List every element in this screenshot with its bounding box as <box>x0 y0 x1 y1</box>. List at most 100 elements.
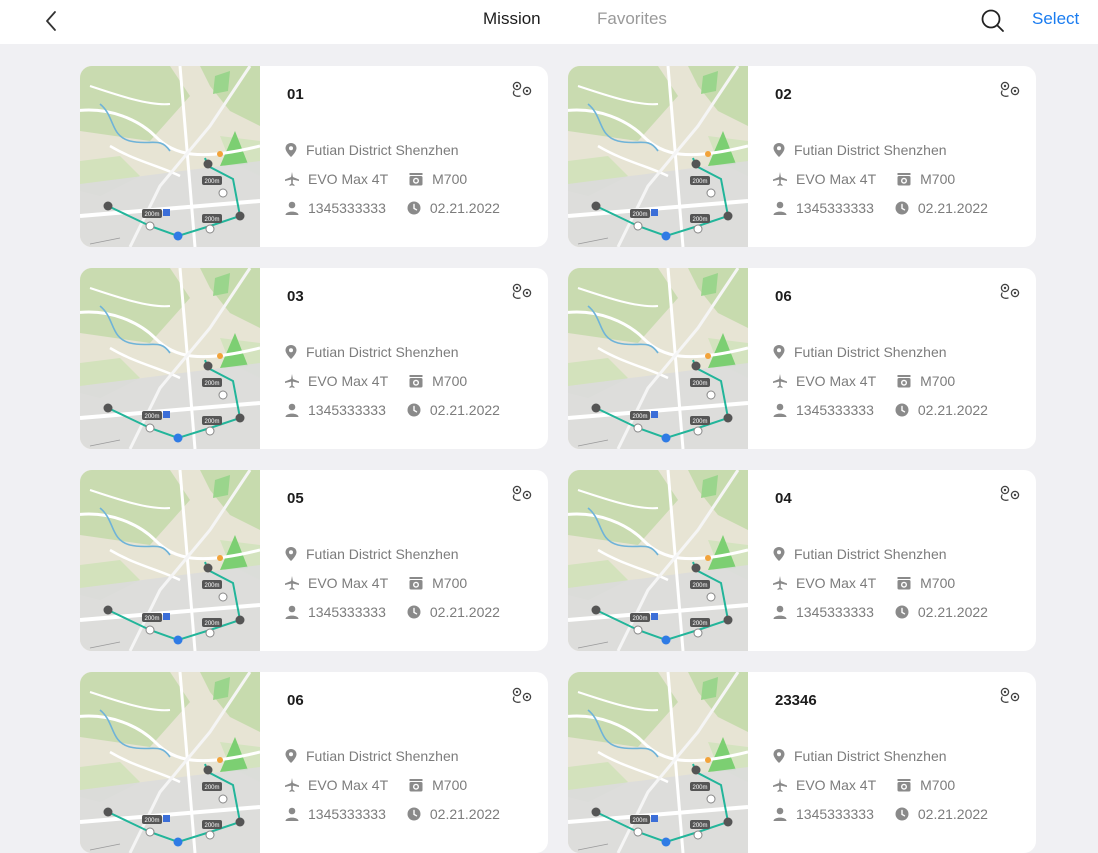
clock-icon <box>407 403 421 417</box>
route-map-icon[interactable] <box>510 282 534 304</box>
mission-meta-row: 1345333333 02.21.2022 <box>772 806 988 822</box>
mission-camera: M700 <box>432 575 468 591</box>
mission-date: 02.21.2022 <box>429 200 500 216</box>
mission-map-thumbnail: 200m 200m 200m <box>568 672 750 853</box>
aircraft-icon <box>773 172 787 186</box>
route-map-icon[interactable] <box>998 484 1022 506</box>
mission-card[interactable]: 200m 200m 200m 01 Futian District Shenzhen <box>80 66 548 247</box>
mission-user: 1345333333 <box>308 200 386 216</box>
location-pin-icon <box>285 345 297 359</box>
location-pin-icon <box>773 143 785 157</box>
search-button[interactable] <box>978 6 1008 36</box>
mission-name: 05 <box>287 490 304 507</box>
location-pin-icon <box>773 345 785 359</box>
mission-name: 03 <box>287 288 304 305</box>
aircraft-icon <box>773 576 787 590</box>
mission-map-thumbnail: 200m 200m 200m <box>80 470 262 651</box>
mission-aircraft: EVO Max 4T <box>308 777 389 793</box>
location-pin-icon <box>285 749 297 763</box>
mission-map-thumbnail: 200m 200m 200m <box>80 672 262 853</box>
mission-camera: M700 <box>432 373 468 389</box>
mission-card[interactable]: 200m 200m 200m 23346 Futian District Shenz… <box>568 672 1036 853</box>
mission-info: 02 Futian District Shenzhen EVO Max 4T M… <box>748 66 1036 247</box>
clock-icon <box>895 605 909 619</box>
select-button[interactable]: Select <box>1032 9 1079 29</box>
mission-card[interactable]: 200m 200m 200m 04 Futian District Shenzhen <box>568 470 1036 651</box>
route-distance-label: 200m <box>144 818 159 824</box>
mission-name: 02 <box>775 86 792 103</box>
aircraft-icon <box>285 374 299 388</box>
mission-user: 1345333333 <box>308 806 386 822</box>
route-distance-label: 200m <box>692 785 707 791</box>
route-map-icon[interactable] <box>510 484 534 506</box>
user-icon <box>773 201 787 215</box>
route-distance-label: 200m <box>204 419 219 425</box>
mission-location-row: Futian District Shenzhen <box>284 142 459 158</box>
camera-icon <box>409 577 423 590</box>
mission-location: Futian District Shenzhen <box>794 546 947 562</box>
mission-map-thumbnail: 200m 200m 200m <box>568 470 750 651</box>
mission-location-row: Futian District Shenzhen <box>284 344 459 360</box>
location-pin-icon <box>285 143 297 157</box>
route-map-icon[interactable] <box>510 80 534 102</box>
mission-aircraft: EVO Max 4T <box>796 575 877 591</box>
mission-location-row: Futian District Shenzhen <box>284 546 459 562</box>
mission-location-row: Futian District Shenzhen <box>284 748 459 764</box>
mission-card[interactable]: 200m 200m 200m 05 Futian District Shenzhen <box>80 470 548 651</box>
mission-device-row: EVO Max 4T M700 <box>772 777 955 793</box>
camera-icon <box>409 779 423 792</box>
route-map-icon[interactable] <box>998 686 1022 708</box>
route-distance-label: 200m <box>144 414 159 420</box>
mission-user: 1345333333 <box>308 402 386 418</box>
mission-name: 23346 <box>775 692 817 709</box>
mission-meta-row: 1345333333 02.21.2022 <box>772 402 988 418</box>
route-map-icon[interactable] <box>998 80 1022 102</box>
route-map-icon[interactable] <box>510 686 534 708</box>
route-map-icon[interactable] <box>998 282 1022 304</box>
clock-icon <box>895 201 909 215</box>
camera-icon <box>897 577 911 590</box>
aircraft-icon <box>773 778 787 792</box>
mission-camera: M700 <box>920 777 956 793</box>
mission-camera: M700 <box>920 171 956 187</box>
user-icon <box>285 403 299 417</box>
mission-card[interactable]: 200m 200m 200m 06 Futian District Shenzhen <box>568 268 1036 449</box>
mission-device-row: EVO Max 4T M700 <box>772 171 955 187</box>
route-distance-label: 200m <box>204 381 219 387</box>
user-icon <box>773 605 787 619</box>
clock-icon <box>895 403 909 417</box>
mission-device-row: EVO Max 4T M700 <box>772 575 955 591</box>
mission-name: 04 <box>775 490 792 507</box>
aircraft-icon <box>285 576 299 590</box>
mission-aircraft: EVO Max 4T <box>308 171 389 187</box>
mission-card[interactable]: 200m 200m 200m 06 Futian District Shenzhen <box>80 672 548 853</box>
mission-location: Futian District Shenzhen <box>306 748 459 764</box>
user-icon <box>773 403 787 417</box>
mission-user: 1345333333 <box>796 200 874 216</box>
camera-icon <box>409 173 423 186</box>
mission-aircraft: EVO Max 4T <box>796 777 877 793</box>
mission-camera: M700 <box>432 777 468 793</box>
mission-card[interactable]: 200m 200m 200m 02 Futian District Shenzhen <box>568 66 1036 247</box>
route-distance-label: 200m <box>632 414 647 420</box>
mission-location: Futian District Shenzhen <box>794 748 947 764</box>
mission-card[interactable]: 200m 200m 200m 03 Futian District Shenzhen <box>80 268 548 449</box>
route-distance-label: 200m <box>692 823 707 829</box>
tab-favorites[interactable]: Favorites <box>597 9 667 29</box>
route-distance-label: 200m <box>204 823 219 829</box>
mission-device-row: EVO Max 4T M700 <box>772 373 955 389</box>
mission-meta-row: 1345333333 02.21.2022 <box>284 402 500 418</box>
mission-location: Futian District Shenzhen <box>794 142 947 158</box>
route-distance-label: 200m <box>692 217 707 223</box>
mission-date: 02.21.2022 <box>429 806 500 822</box>
mission-aircraft: EVO Max 4T <box>308 575 389 591</box>
user-icon <box>285 807 299 821</box>
route-distance-label: 200m <box>692 381 707 387</box>
route-distance-label: 200m <box>692 179 707 185</box>
mission-tabs: Mission Favorites <box>0 0 1098 44</box>
mission-location-row: Futian District Shenzhen <box>772 748 947 764</box>
mission-name: 06 <box>287 692 304 709</box>
tab-mission[interactable]: Mission <box>483 9 541 29</box>
mission-date: 02.21.2022 <box>429 402 500 418</box>
route-distance-label: 200m <box>204 621 219 627</box>
